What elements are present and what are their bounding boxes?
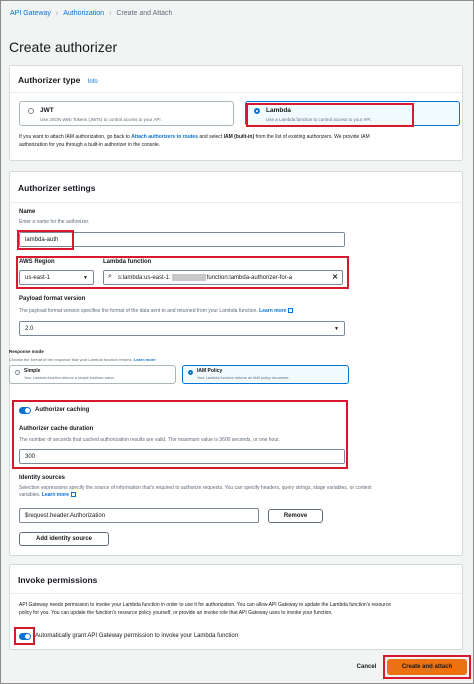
cache-duration-input[interactable]: 300 [19,449,345,464]
auto-grant-label: Automatically grant API Gateway permissi… [35,633,239,639]
chevron-right-icon: › [55,10,59,17]
external-link-icon [71,492,77,498]
clear-icon[interactable]: ✕ [332,273,338,281]
payload-hint-text: The payload format version specifies the… [19,308,258,314]
identity-sources-hint: Selection expressions specify the source… [19,485,459,499]
response-learn-more-link[interactable]: Learn more [134,357,156,362]
add-identity-source-button[interactable]: Add identity source [19,532,109,546]
invoke-desc-text: policy for you. You can update the funct… [19,609,333,616]
invoke-permissions-title: Invoke permissions [18,575,98,585]
lambda-title: Lambda [266,107,291,114]
iam-policy-desc: Your Lambda function returns an IAM poli… [197,376,290,380]
attach-authorizers-link[interactable]: Attach authorizers to routes [131,134,198,140]
invoke-permissions-desc: API Gateway needs permission to invoke y… [19,602,464,617]
invoke-permissions-panel: Invoke permissions API Gateway needs per… [9,564,463,650]
lambda-arn-prefix: s:lambda:us-east-1: [118,274,171,281]
identity-learn-more-link[interactable]: Learn more [42,492,69,498]
name-value: lambda-auth [25,236,59,243]
authorizer-settings-panel: Authorizer settings Name Enter a name fo… [9,171,463,556]
breadcrumb-current: Create and Attach [116,10,173,17]
simple-option[interactable]: Simple Your Lambda function returns a si… [9,365,176,384]
name-hint: Enter a name for the authorizer. [19,219,90,225]
authorizer-caching-toggle[interactable] [19,407,31,414]
iam-note-bold: IAM (built-in) [223,134,255,140]
payload-version-select[interactable]: 2.0 ▼ [19,321,345,336]
search-icon: ⌕ [108,273,112,280]
lambda-arn-suffix: function:lambda-authorizer-for-a [206,274,293,281]
region-value: us-east-1 [25,274,51,281]
identity-source-input[interactable]: $request.header.Authorization [19,508,259,523]
cache-duration-value: 300 [25,453,36,460]
redacted-account-id [171,274,206,281]
divider [10,593,462,594]
auto-grant-permission-toggle[interactable] [19,633,31,640]
lambda-function-input[interactable]: ⌕ s:lambda:us-east-1: function:lambda-au… [103,270,343,285]
cache-duration-hint: The number of seconds that cached author… [19,437,280,443]
info-link[interactable]: Info [88,79,98,85]
authorizer-type-panel: Authorizer type Info JWT Use JSON Web To… [9,65,463,161]
simple-title: Simple [24,368,41,374]
lambda-radio[interactable] [254,108,260,114]
external-link-icon [288,308,294,314]
lambda-desc: Use a Lambda function to control access … [266,117,372,122]
payload-hint: The payload format version specifies the… [19,308,294,314]
region-label: AWS Region [19,259,55,265]
cache-duration-label: Authorizer cache duration [19,426,94,432]
response-mode-hint-text: Choose the format of the response that y… [9,357,133,362]
name-input[interactable]: lambda-auth [19,232,345,247]
iam-policy-radio[interactable] [188,370,193,375]
page-title: Create authorizer [9,39,118,55]
identity-source-value: $request.header.Authorization [25,512,106,519]
invoke-desc-text: API Gateway needs permission to invoke y… [19,602,392,608]
response-mode-hint: Choose the format of the response that y… [9,357,156,362]
lambda-option[interactable]: Lambda Use a Lambda function to control … [245,101,460,126]
caret-down-icon: ▼ [334,325,339,332]
authorizer-type-title: Authorizer type [18,75,81,85]
breadcrumb: API Gateway › Authorization › Create and… [10,10,172,17]
payload-version-value: 2.0 [25,325,34,332]
jwt-radio[interactable] [28,108,34,114]
cancel-button[interactable]: Cancel [349,659,384,675]
iam-note-text: authorization for you through a built-in… [19,141,161,148]
simple-desc: Your Lambda function returns a simple bo… [24,376,115,380]
iam-policy-title: IAM Policy [197,368,223,374]
create-and-attach-button[interactable]: Create and attach [387,659,467,675]
identity-hint-text: variables. [19,492,41,498]
page-frame: API Gateway › Authorization › Create and… [0,0,474,684]
response-mode-label: Response mode [9,349,44,354]
caching-label: Authorizer caching [35,407,90,413]
remove-button[interactable]: Remove [268,509,323,523]
identity-sources-label: Identity sources [19,475,66,481]
lambda-function-label: Lambda function [103,259,152,265]
jwt-title: JWT [40,107,54,114]
identity-hint-text: Selection expressions specify the source… [19,485,372,491]
divider [10,92,462,93]
iam-note-text: from the list of existing authorizers. W… [254,134,370,140]
iam-note-text: and select [197,134,224,140]
simple-radio[interactable] [15,370,20,375]
jwt-option[interactable]: JWT Use JSON Web Tokens (JWTs) to contro… [19,101,234,126]
divider [10,202,462,203]
region-select[interactable]: us-east-1 ▼ [19,270,94,285]
jwt-desc: Use JSON Web Tokens (JWTs) to control ac… [40,117,162,122]
breadcrumb-authorization[interactable]: Authorization [63,10,104,17]
chevron-right-icon: › [109,10,112,17]
name-label: Name [19,209,36,215]
payload-learn-more-link[interactable]: Learn more [259,308,286,314]
iam-note-text: If you want to attach IAM authorization,… [19,134,132,140]
settings-title: Authorizer settings [18,183,96,193]
breadcrumb-api-gateway[interactable]: API Gateway [10,10,51,17]
caret-down-icon: ▼ [83,274,88,281]
payload-label: Payload format version [19,296,86,302]
iam-policy-option[interactable]: IAM Policy Your Lambda function returns … [182,365,349,384]
iam-note: If you want to attach IAM authorization,… [19,134,459,149]
